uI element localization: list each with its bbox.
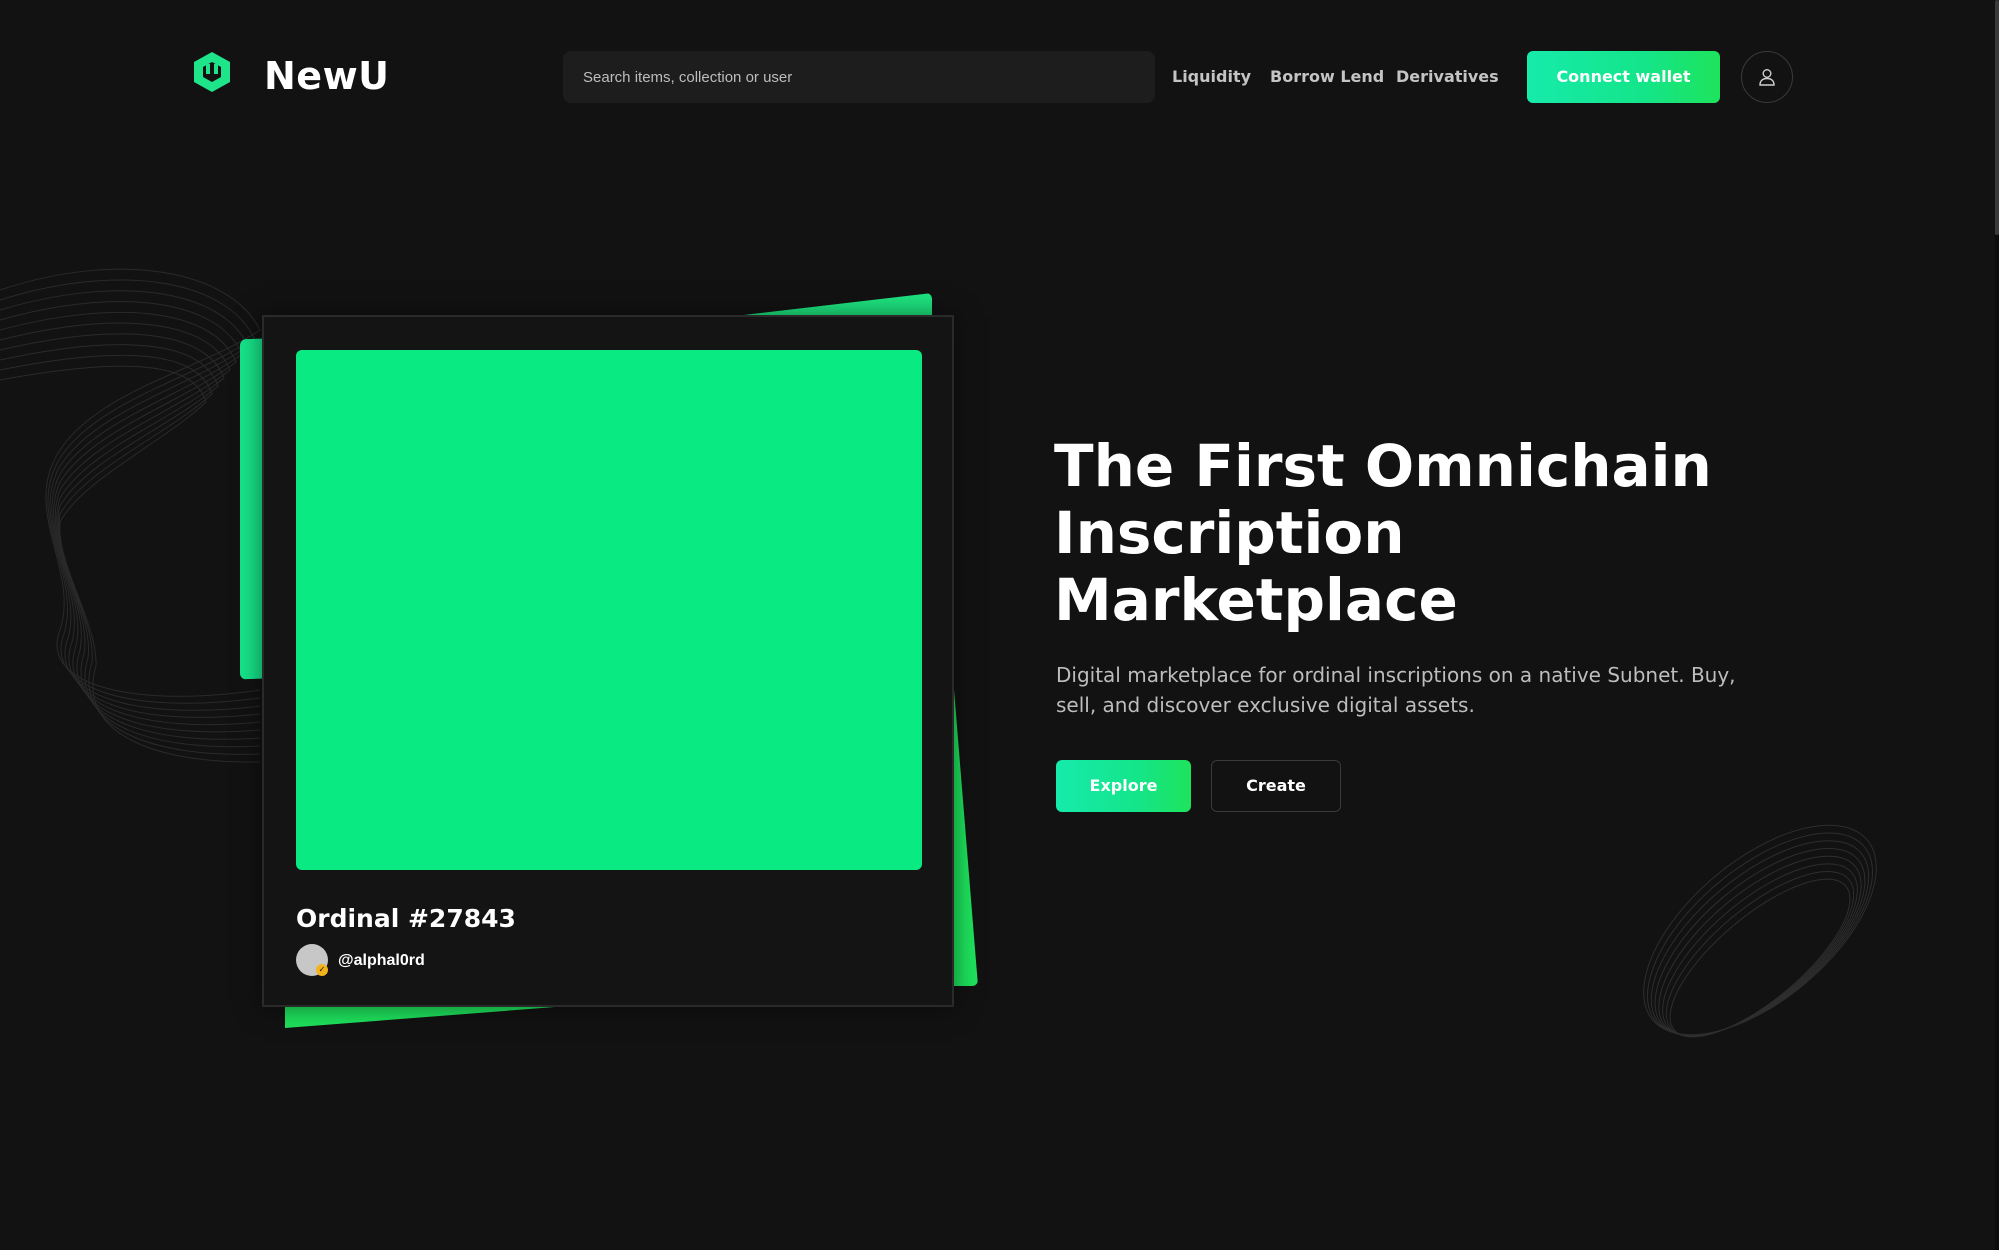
hero-title: The First Omnichain Inscription Marketpl… [1054, 433, 1774, 634]
user-icon [1759, 69, 1775, 86]
ring-lines-decoration [1643, 824, 1877, 1038]
scrollbar-thumb[interactable] [1995, 0, 1999, 235]
hero-title-line: Inscription [1054, 499, 1405, 567]
page: NewU Liquidity Borrow Lend Derivatives C… [0, 0, 1999, 1250]
explore-button[interactable]: Explore [1056, 760, 1191, 812]
user-profile-button[interactable] [1741, 51, 1793, 103]
connect-wallet-button[interactable]: Connect wallet [1527, 51, 1720, 103]
featured-inscription-card[interactable]: Ordinal #27843 ✓ @alphal0rd [262, 315, 954, 1007]
hero-subtitle-line: sell, and discover exclusive digital ass… [1056, 693, 1475, 717]
inscription-image[interactable] [296, 350, 922, 870]
create-button[interactable]: Create [1211, 760, 1341, 812]
inscription-title[interactable]: Ordinal #27843 [296, 902, 516, 936]
creator-username[interactable]: @alphal0rd [338, 950, 425, 972]
hexagon-logo-icon[interactable] [190, 50, 234, 94]
search-input[interactable] [563, 51, 1155, 103]
brand-name[interactable]: NewU [264, 50, 390, 102]
nav-link-derivatives[interactable]: Derivatives [1396, 64, 1499, 90]
nav-link-liquidity[interactable]: Liquidity [1172, 64, 1251, 90]
nav-link-borrow-lend[interactable]: Borrow Lend [1270, 64, 1384, 90]
card-back-layer [950, 640, 978, 986]
hero-subtitle: Digital marketplace for ordinal inscript… [1056, 660, 1756, 720]
hero-title-line: The First Omnichain [1054, 432, 1712, 500]
hero-title-line: Marketplace [1054, 566, 1458, 634]
hero-subtitle-line: Digital marketplace for ordinal inscript… [1056, 663, 1736, 687]
verified-badge-icon: ✓ [316, 964, 328, 976]
